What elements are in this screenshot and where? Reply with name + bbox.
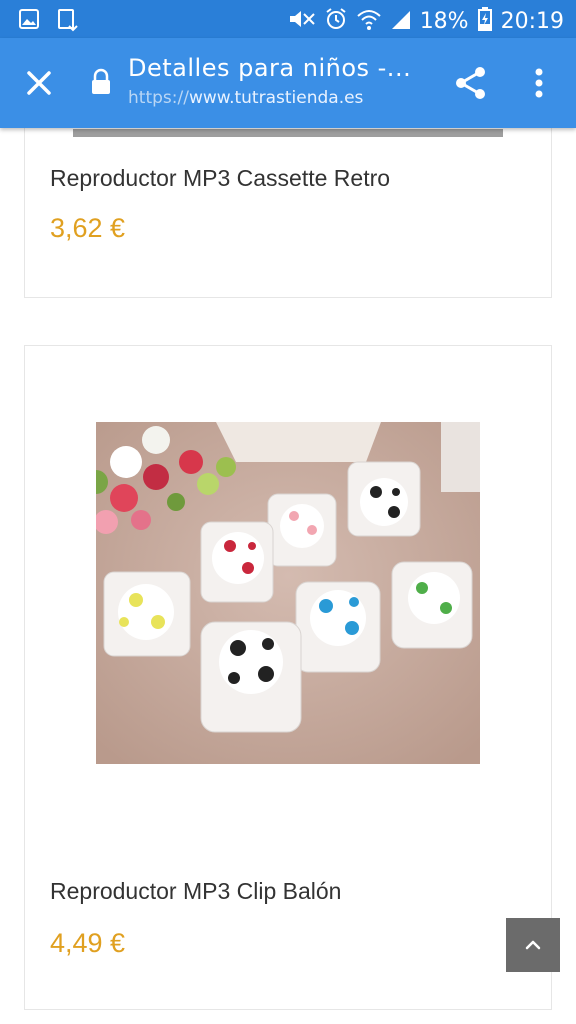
more-options-button[interactable] (526, 64, 552, 102)
page-url: https://www.tutrastienda.es (128, 88, 428, 108)
wifi-icon (356, 7, 382, 36)
product-image-bottom (73, 129, 503, 137)
address-area[interactable]: Detalles para niños -... https://www.tut… (128, 54, 428, 108)
battery-percent: 18% (419, 9, 469, 34)
mute-icon (288, 7, 316, 36)
product-image[interactable] (96, 422, 480, 764)
scroll-to-top-button[interactable] (506, 918, 560, 972)
close-button[interactable] (22, 66, 56, 100)
product-card[interactable]: Reproductor MP3 Cassette Retro 3,62 € (24, 108, 552, 298)
share-button[interactable] (452, 64, 490, 102)
status-bar: 18% 20:19 (0, 0, 576, 38)
gallery-icon (18, 8, 40, 37)
product-card[interactable]: Reproductor MP3 Clip Balón 4,49 € (24, 345, 552, 1010)
page-title: Detalles para niños -... (128, 54, 412, 82)
alarm-icon (324, 7, 348, 36)
battery-charging-icon (477, 6, 493, 37)
clock: 20:19 (500, 9, 564, 34)
product-name[interactable]: Reproductor MP3 Clip Balón (50, 878, 341, 905)
lock-icon (90, 68, 112, 101)
chevron-up-icon (525, 940, 541, 950)
signal-icon (390, 7, 412, 36)
product-price: 4,49 € (50, 928, 126, 958)
more-vert-icon (535, 68, 543, 98)
browser-toolbar: Detalles para niños -... https://www.tut… (0, 38, 576, 128)
download-icon (56, 8, 80, 37)
url-host: www.tutrastienda.es (188, 88, 364, 108)
url-scheme: https:// (128, 88, 189, 108)
product-name[interactable]: Reproductor MP3 Cassette Retro (50, 165, 390, 192)
product-price: 3,62 € (50, 213, 126, 243)
share-icon (456, 67, 485, 99)
close-icon (27, 71, 51, 95)
